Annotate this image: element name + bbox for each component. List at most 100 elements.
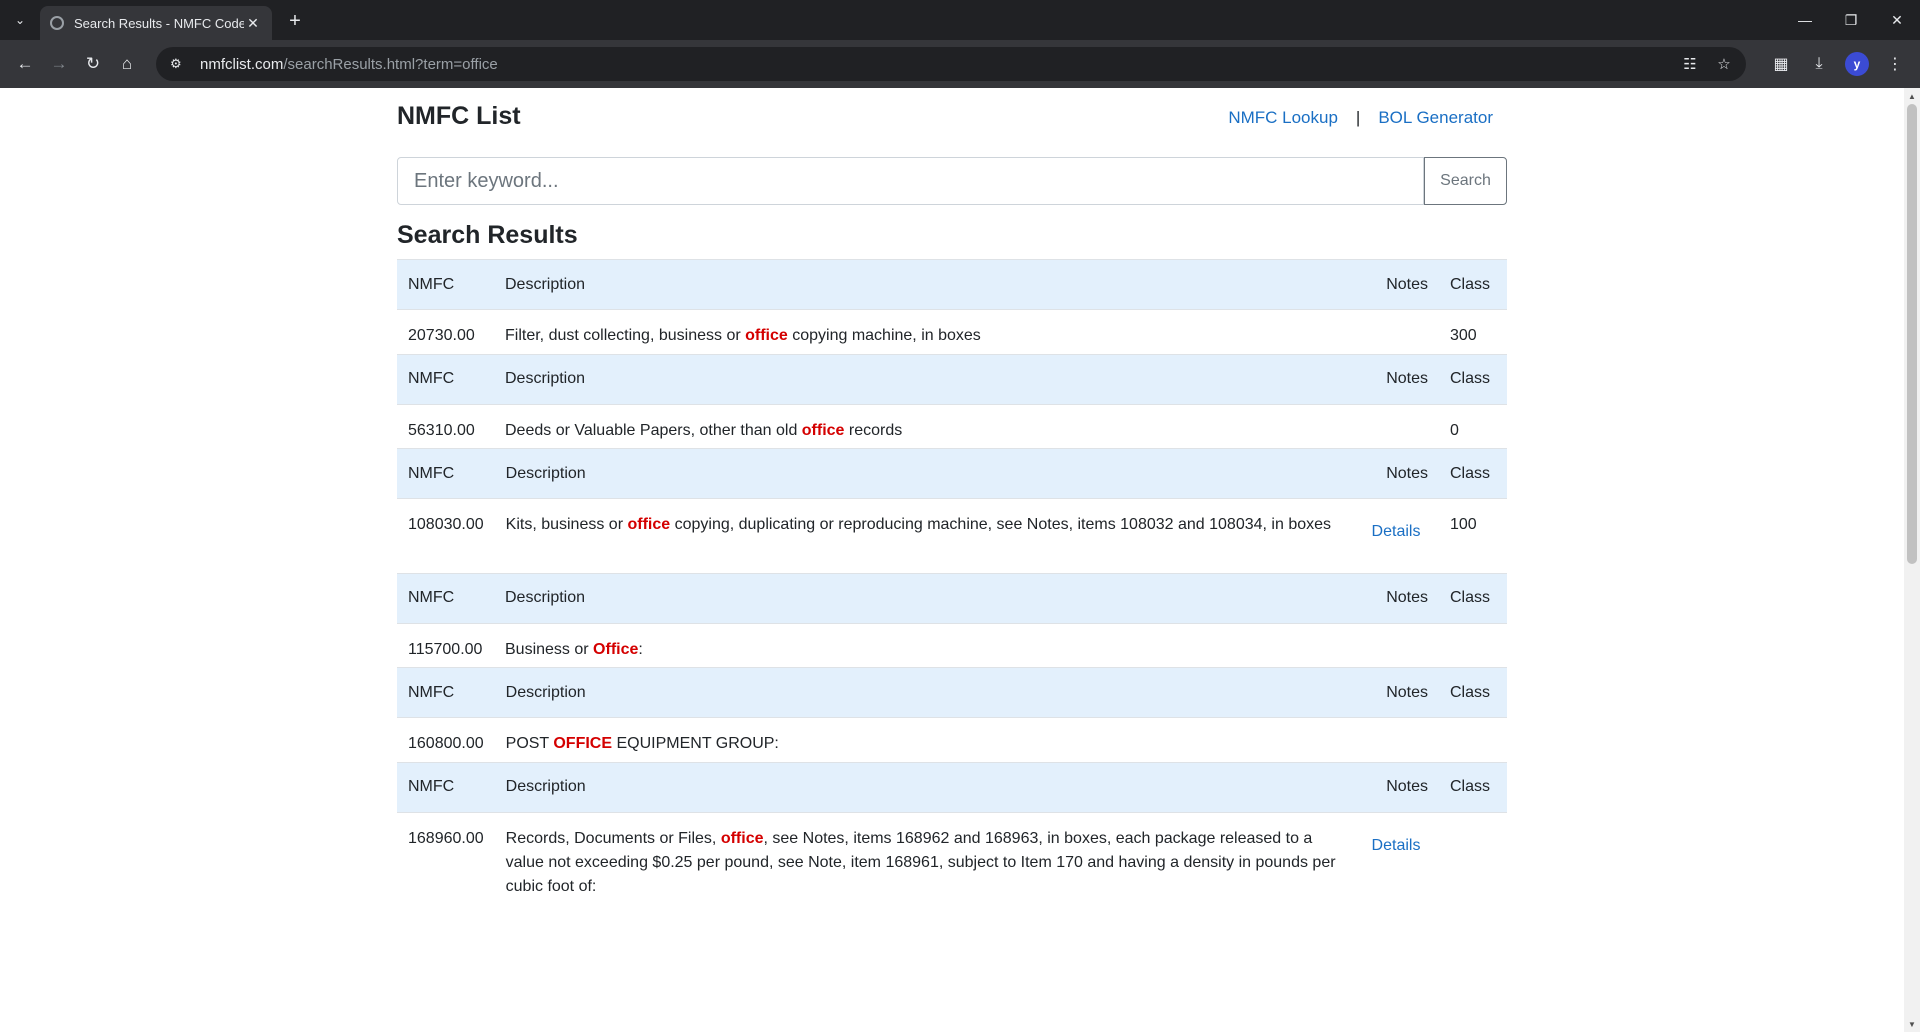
freight-class: 0 — [1450, 421, 1459, 439]
download-icon[interactable]: ⤓ — [1802, 47, 1836, 81]
col-class: Class — [1439, 448, 1507, 499]
site-brand[interactable]: NMFC List — [397, 102, 521, 131]
new-tab-icon[interactable]: + — [282, 8, 308, 34]
description-text: Records, Documents or Files, — [505, 829, 721, 847]
restore-icon[interactable]: ❐ — [1828, 0, 1874, 40]
col-class: Class — [1439, 259, 1507, 310]
description-text: EQUIPMENT GROUP: — [612, 735, 779, 752]
notes-cell — [1353, 718, 1439, 762]
result-table: NMFC Description Notes Class 20730.00 Filter,… — [397, 259, 1507, 354]
details-link[interactable]: Details — [1372, 834, 1421, 858]
minimize-icon[interactable]: — — [1782, 0, 1828, 40]
col-nmfc: NMFC — [397, 761, 495, 813]
nav-separator: | — [1355, 108, 1361, 127]
table-row: 20730.00 Filter, dust collecting, busines… — [397, 310, 1507, 354]
item-description: Filter, dust collecting, business or off… — [494, 310, 1353, 354]
col-notes: Notes — [1353, 761, 1439, 813]
scroll-up-icon[interactable]: ▲ — [1904, 88, 1920, 104]
close-window-icon[interactable]: ✕ — [1874, 0, 1920, 40]
item-description: Records, Documents or Files, office, see… — [495, 812, 1353, 899]
page-scrollbar[interactable]: ▲ ▼ — [1904, 88, 1920, 1032]
notes-cell: Details — [1353, 499, 1439, 573]
col-description: Description — [494, 761, 1353, 813]
url-host: nmfclist.com — [200, 55, 284, 73]
item-description: Business or Office: — [494, 623, 1353, 667]
col-nmfc: NMFC — [397, 353, 494, 405]
nmfc-code: 108030.00 — [408, 516, 484, 533]
description-text: records — [844, 421, 903, 439]
search-highlight: office — [745, 327, 788, 344]
col-description: Description — [494, 667, 1353, 718]
scroll-down-icon[interactable]: ▼ — [1904, 1016, 1920, 1032]
search-highlight: office — [720, 829, 764, 847]
page-container: NMFC List NMFC Lookup | BOL Generator Se… — [397, 88, 1507, 899]
site-info-icon[interactable]: ⚙ — [170, 56, 188, 72]
back-icon[interactable]: ← — [8, 47, 42, 81]
browser-tab-bar: ⌄ Search Results - NMFC Code ✕ + — ❐ ✕ — [0, 0, 1920, 40]
translate-icon[interactable]: ☷ — [1676, 50, 1704, 78]
result-header-row: NMFC Description Notes Class — [397, 761, 1507, 813]
description-text: : — [638, 640, 643, 658]
notes-cell — [1353, 623, 1439, 667]
forward-icon[interactable]: → — [42, 47, 76, 81]
result-table: NMFC Description Notes Class 115700.00 Busine… — [397, 572, 1507, 668]
browser-toolbar: ← → ↻ ⌂ ⚙ nmfclist.com/searchResults.htm… — [0, 40, 1920, 88]
col-description: Description — [494, 572, 1353, 624]
tab-search-icon[interactable]: ⌄ — [6, 6, 34, 34]
col-description: Description — [494, 259, 1353, 310]
description-text: Kits, business or — [505, 516, 628, 533]
result-header-row: NMFC Description Notes Class — [397, 572, 1507, 624]
menu-kebab-icon[interactable]: ⋮ — [1878, 47, 1912, 81]
item-description: Deeds or Valuable Papers, other than old… — [494, 404, 1353, 448]
nmfc-code: 168960.00 — [408, 829, 484, 847]
home-icon[interactable]: ⌂ — [110, 47, 144, 81]
profile-avatar[interactable]: y — [1845, 52, 1869, 76]
nav-link-bol-generator[interactable]: BOL Generator — [1378, 108, 1493, 128]
result-table: NMFC Description Notes Class 108030.00 Kits, … — [397, 448, 1507, 573]
scrollbar-thumb[interactable] — [1907, 104, 1917, 564]
tab-title: Search Results - NMFC Code — [74, 15, 244, 31]
table-row: 160800.00 POST OFFICE EQUIPMENT GROUP: — [397, 718, 1507, 762]
result-table: NMFC Description Notes Class 160800.00 POST O… — [397, 667, 1507, 762]
col-notes: Notes — [1353, 259, 1439, 310]
description-text: Deeds or Valuable Papers, other than old — [505, 421, 802, 439]
result-header-row: NMFC Description Notes Class — [397, 259, 1507, 310]
nmfc-code: 160800.00 — [408, 735, 484, 752]
search-form: Search — [397, 157, 1507, 205]
notes-cell — [1353, 310, 1439, 354]
search-button[interactable]: Search — [1424, 157, 1507, 205]
col-notes: Notes — [1353, 448, 1439, 499]
close-tab-icon[interactable]: ✕ — [244, 14, 262, 32]
results-list: NMFC Description Notes Class 20730.00 Filter,… — [397, 259, 1507, 899]
description-text: copying machine, in boxes — [787, 327, 981, 344]
description-text: copying, duplicating or reproducing mach… — [670, 516, 1332, 533]
browser-tab-active[interactable]: Search Results - NMFC Code ✕ — [40, 6, 272, 40]
url-path: /searchResults.html?term=office — [283, 55, 498, 73]
bookmark-star-icon[interactable]: ☆ — [1710, 50, 1738, 78]
col-class: Class — [1439, 761, 1507, 813]
nav-link-nmfc-lookup[interactable]: NMFC Lookup — [1228, 108, 1338, 128]
extensions-icon[interactable]: ▦ — [1764, 47, 1798, 81]
reload-icon[interactable]: ↻ — [76, 47, 110, 81]
table-row: 56310.00 Deeds or Valuable Papers, other … — [397, 404, 1507, 448]
table-row: 115700.00 Business or Office: — [397, 623, 1507, 667]
item-description: POST OFFICE EQUIPMENT GROUP: — [495, 718, 1353, 762]
window-controls: — ❐ ✕ — [1782, 0, 1920, 40]
col-nmfc: NMFC — [397, 259, 494, 310]
result-table: NMFC Description Notes Class 56310.00 Deeds o… — [397, 353, 1507, 449]
freight-class: 300 — [1450, 327, 1477, 344]
col-nmfc: NMFC — [397, 572, 494, 624]
search-input[interactable] — [397, 157, 1424, 205]
col-class: Class — [1439, 667, 1507, 718]
table-row: 168960.00 Records, Documents or Files, of… — [397, 812, 1507, 899]
search-highlight: Office — [593, 640, 639, 658]
col-description: Description — [494, 353, 1353, 405]
result-table: NMFC Description Notes Class 168960.00 Record… — [397, 761, 1507, 899]
item-description: Kits, business or office copying, duplic… — [495, 499, 1353, 573]
col-class: Class — [1439, 353, 1507, 405]
details-link[interactable]: Details — [1372, 520, 1421, 544]
description-text: Filter, dust collecting, business or — [505, 327, 746, 344]
nmfc-code: 56310.00 — [408, 421, 475, 439]
result-header-row: NMFC Description Notes Class — [397, 667, 1507, 718]
address-bar[interactable]: ⚙ nmfclist.com/searchResults.html?term=o… — [156, 47, 1746, 81]
